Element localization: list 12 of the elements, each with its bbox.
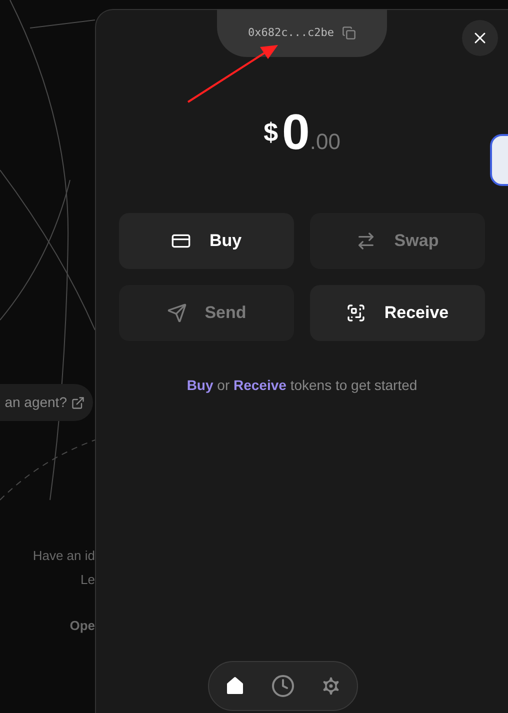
agent-link[interactable]: an agent?: [0, 384, 93, 421]
background-text: Have an id: [32, 547, 95, 565]
buy-button[interactable]: Buy: [119, 213, 294, 269]
background-text: Le: [80, 571, 95, 589]
currency-symbol: $: [264, 116, 278, 149]
receive-button[interactable]: Receive: [310, 285, 485, 341]
background-text: Ope: [70, 617, 95, 635]
balance-amount: 0: [282, 107, 310, 157]
get-started-hint: Buy or Receive tokens to get started: [186, 376, 418, 395]
wallet-address: 0x682c...c2be: [248, 24, 334, 41]
address-chip[interactable]: 0x682c...c2be: [217, 9, 387, 57]
balance-decimals: .00: [310, 128, 340, 156]
